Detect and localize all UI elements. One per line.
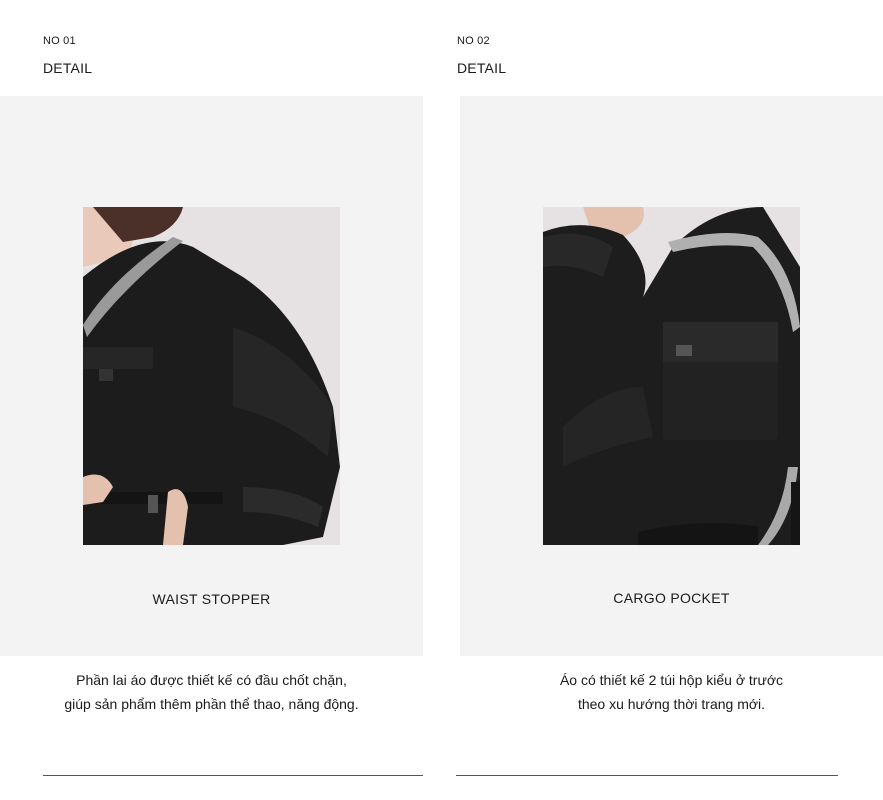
detail-heading: DETAIL [457,60,507,76]
divider [456,775,838,776]
detail-description: Áo có thiết kế 2 túi hộp kiểu ở trước th… [460,668,883,716]
detail-caption: CARGO POCKET [613,590,730,606]
detail-caption: WAIST STOPPER [152,591,271,607]
description-line: theo xu hướng thời trang mới. [577,696,766,712]
detail-heading: DETAIL [43,60,93,76]
detail-card-1: NO 01 DETAIL WAIST STOPPER Phần lai áo đ… [0,0,423,800]
detail-number: NO 02 [457,35,490,47]
description-line: Phần lai áo được thiết kế có đầu chốt ch… [76,672,347,688]
product-photo-waist-stopper [83,207,340,545]
detail-panel: CARGO POCKET [460,96,883,656]
detail-number: NO 01 [43,35,76,47]
description-line: giúp sản phẩm thêm phần thể thao, năng đ… [64,696,359,712]
divider [43,775,423,776]
product-photo-cargo-pocket [543,207,800,545]
description-line: Áo có thiết kế 2 túi hộp kiểu ở trước [559,672,784,688]
detail-description: Phần lai áo được thiết kế có đầu chốt ch… [0,668,423,716]
detail-card-2: NO 02 DETAIL CARGO POCKET Áo có thiết kế… [456,0,883,800]
detail-panel: WAIST STOPPER [0,96,423,656]
